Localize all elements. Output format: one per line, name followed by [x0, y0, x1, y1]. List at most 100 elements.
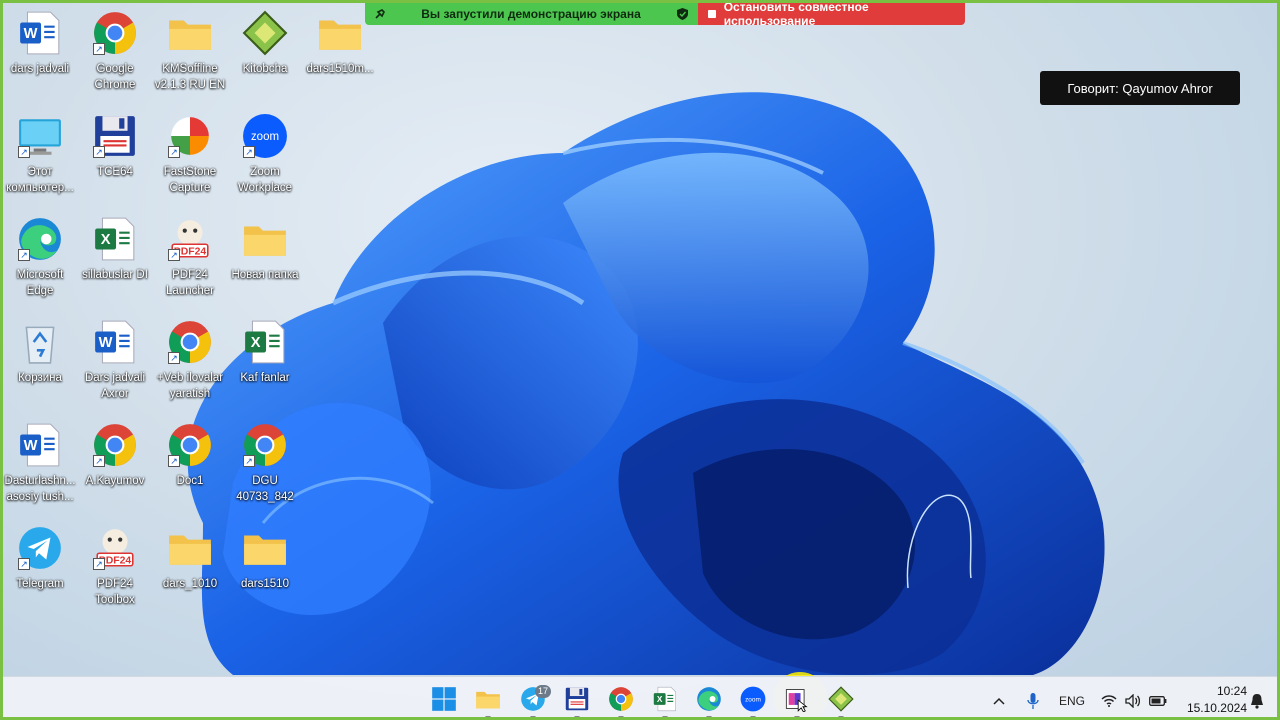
- zoom-icon: zoom ↗: [241, 112, 289, 160]
- shortcut-arrow-icon: ↗: [93, 43, 105, 55]
- notification-icon[interactable]: [1250, 677, 1264, 717]
- desktop-icon-label: Этот компьютер...: [6, 166, 74, 194]
- desktop-icon-dasturlashn-asosiy-tush[interactable]: W Dasturlashn... asosiy tush...: [3, 421, 77, 505]
- chrome-icon: [608, 686, 634, 717]
- desktop-icon-zoom-workplace[interactable]: zoom ↗ Zoom Workplace: [228, 112, 302, 196]
- running-indicator: [662, 716, 668, 717]
- svg-text:X: X: [657, 694, 663, 703]
- clock-date: 15.10.2024: [1186, 701, 1247, 715]
- system-clock[interactable]: 10:24 15.10.2024: [1173, 683, 1247, 717]
- desktop-icon-kitobcha[interactable]: Kitobcha: [228, 9, 302, 77]
- svg-text:zoom: zoom: [745, 696, 761, 703]
- folder-icon: [241, 215, 289, 263]
- desktop-icon-label: Новая папка: [231, 269, 299, 281]
- running-indicator: [530, 716, 536, 717]
- unread-badge: 17: [534, 685, 551, 698]
- running-indicator: [618, 716, 624, 717]
- desktop-icon-label: +Veb ilovalar yaratish: [156, 372, 224, 400]
- language-indicator[interactable]: ENG: [1059, 677, 1085, 717]
- desktop-icon-microsoft-edge[interactable]: ↗ Microsoft Edge: [3, 215, 77, 299]
- excel-icon: X: [91, 215, 139, 263]
- desktop-icon-label: sillabuslar DI: [82, 269, 148, 281]
- shortcut-arrow-icon: ↗: [18, 146, 30, 158]
- desktop-icon-pdf24-toolbox[interactable]: PDF24 ↗ PDF24 Toolbox: [78, 524, 152, 608]
- desktop-icon-dars1510[interactable]: dars1510: [228, 524, 302, 592]
- taskbar-tce64[interactable]: [559, 683, 595, 717]
- shortcut-arrow-icon: ↗: [18, 249, 30, 261]
- desktop-icon-этот-компьютер[interactable]: ↗ Этот компьютер...: [3, 112, 77, 196]
- taskbar-kitobcha[interactable]: [823, 683, 859, 717]
- shortcut-arrow-icon: ↗: [168, 249, 180, 261]
- desktop-icon-корзина[interactable]: Корзина: [3, 318, 77, 386]
- folder-icon: [166, 524, 214, 572]
- desktop-icon-label: A.Kayumov: [85, 475, 145, 487]
- edge-icon: ↗: [16, 215, 64, 263]
- shortcut-arrow-icon: ↗: [243, 146, 255, 158]
- desktop-icon-новая-папка[interactable]: Новая папка: [228, 215, 302, 283]
- desktop-icon-label: KMSoffline v2.1.3 RU EN: [154, 63, 226, 91]
- desktop-icon-veb-ilovalar-yaratish[interactable]: ↗ +Veb ilovalar yaratish: [153, 318, 227, 402]
- book-icon: [241, 9, 289, 57]
- desktop-icon-label: Kaf fanlar: [240, 372, 290, 384]
- word-icon: W: [16, 9, 64, 57]
- desktop-icon-label: PDF24 Toolbox: [95, 578, 135, 606]
- microphone-icon[interactable]: [1027, 677, 1039, 717]
- svg-text:W: W: [24, 26, 38, 42]
- desktop-icon-label: Telegram: [16, 578, 64, 590]
- desktop-icon-faststone-capture[interactable]: ↗ FastStone Capture: [153, 112, 227, 196]
- desktop-icon-tce64[interactable]: ↗ TCE64: [78, 112, 152, 180]
- desktop-icon-dgu-40733-842[interactable]: ↗ DGU 40733_842: [228, 421, 302, 505]
- desktop-icon-pdf24-launcher[interactable]: PDF24 ↗ PDF24 Launcher: [153, 215, 227, 299]
- desktop-icon-kaf-fanlar[interactable]: X Kaf fanlar: [228, 318, 302, 386]
- folder-icon: [475, 686, 501, 717]
- desktop-icon-google-chrome[interactable]: ↗ Google Chrome: [78, 9, 152, 93]
- taskbar-paint-app[interactable]: [779, 683, 815, 717]
- screen-share-banner: Вы запустили демонстрацию экрана Останов…: [365, 3, 965, 28]
- desktop-icon-label: dars jadvali: [10, 63, 70, 75]
- chrome-icon: ↗: [91, 9, 139, 57]
- svg-text:X: X: [101, 232, 111, 248]
- edge-icon: [696, 686, 722, 717]
- zoom-icon: zoom: [740, 686, 766, 717]
- word-icon: W: [16, 421, 64, 469]
- desktop-icon-label: Dars jadvali Axror: [84, 372, 146, 400]
- pdf24-icon: PDF24 ↗: [166, 215, 214, 263]
- pdf24-icon: PDF24 ↗: [91, 524, 139, 572]
- desktop-icon-label: Dasturlashn... asosiy tush...: [4, 475, 76, 503]
- tray-chevron-icon[interactable]: [993, 677, 1005, 717]
- desktop-icon-dars-jadvali-axror[interactable]: W Dars jadvali Axror: [78, 318, 152, 402]
- desktop-screen: Вы запустили демонстрацию экрана Останов…: [0, 0, 1280, 720]
- chrome-icon: ↗: [91, 421, 139, 469]
- taskbar-telegram[interactable]: 17: [515, 683, 551, 717]
- shortcut-arrow-icon: ↗: [93, 455, 105, 467]
- svg-text:W: W: [24, 438, 38, 454]
- svg-text:W: W: [99, 335, 113, 351]
- volume-icon[interactable]: [1125, 677, 1141, 717]
- desktop-icon-label: Google Chrome: [94, 63, 136, 91]
- taskbar-start-button[interactable]: [426, 683, 462, 717]
- taskbar-excel[interactable]: X: [647, 683, 683, 717]
- computer-icon: ↗: [16, 112, 64, 160]
- taskbar-file-explorer[interactable]: [470, 683, 506, 717]
- desktop-icon-label: PDF24 Launcher: [166, 269, 214, 297]
- desktop-icon-a-kayumov[interactable]: ↗ A.Kayumov: [78, 421, 152, 489]
- taskbar-edge[interactable]: [691, 683, 727, 717]
- shortcut-arrow-icon: ↗: [93, 558, 105, 570]
- chrome-icon: ↗: [241, 421, 289, 469]
- folder-icon: [316, 9, 364, 57]
- desktop-icon-dars1510m[interactable]: dars1510m...: [303, 9, 377, 77]
- taskbar-zoom[interactable]: zoom: [735, 683, 771, 717]
- battery-icon[interactable]: [1149, 677, 1167, 717]
- taskbar-chrome[interactable]: [603, 683, 639, 717]
- desktop-icon-dars-jadvali[interactable]: Wdars jadvali: [3, 9, 77, 77]
- stop-sharing-button[interactable]: Остановить совместное использование: [698, 3, 965, 28]
- windows-icon: [431, 686, 457, 717]
- wifi-icon[interactable]: [1101, 677, 1117, 717]
- floppy-icon: [564, 686, 590, 717]
- desktop-icon-kmsoffline-v2-1-3-ru-en[interactable]: KMSoffline v2.1.3 RU EN: [153, 9, 227, 93]
- desktop-icon-dars-1010[interactable]: dars_1010: [153, 524, 227, 592]
- paint-icon: [784, 686, 810, 717]
- desktop-icon-telegram[interactable]: ↗ Telegram: [3, 524, 77, 592]
- desktop-icon-doc1[interactable]: ↗ Doc1: [153, 421, 227, 489]
- desktop-icon-sillabuslar-di[interactable]: Xsillabuslar DI: [78, 215, 152, 283]
